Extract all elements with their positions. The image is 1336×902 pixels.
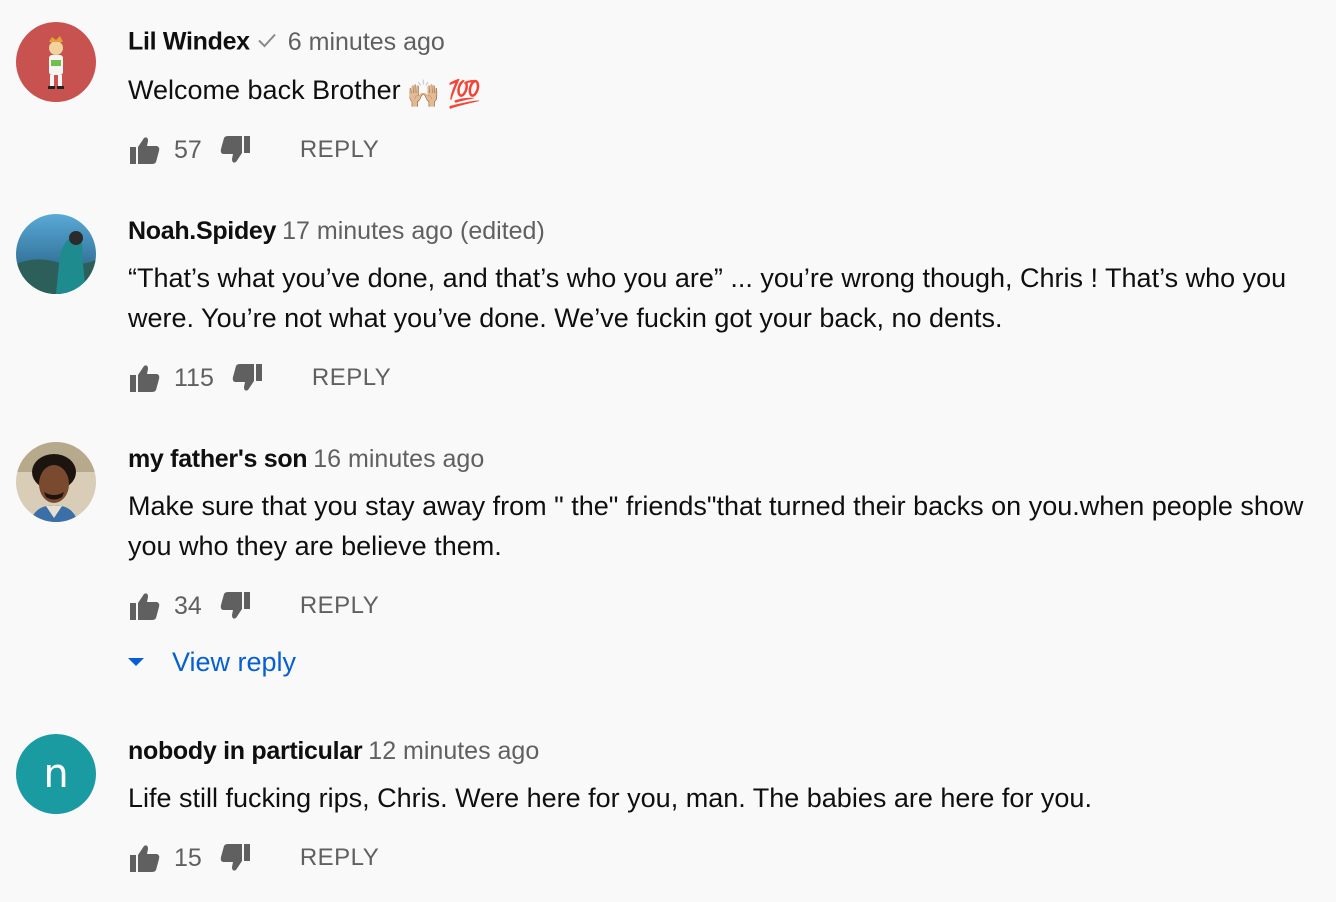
avatar-image	[16, 442, 96, 522]
thumb-up-icon[interactable]	[128, 841, 162, 875]
comment-header: Noah.Spidey 17 minutes ago (edited)	[128, 215, 545, 247]
like-count: 15	[174, 843, 202, 872]
comment-actions: 57 REPLY	[128, 130, 379, 170]
avatar[interactable]	[16, 22, 96, 102]
avatar-letter: n	[43, 751, 69, 797]
avatar[interactable]: n	[16, 734, 96, 814]
like-count: 34	[174, 591, 202, 620]
thumb-down-icon[interactable]	[218, 133, 252, 167]
caret-down-icon	[126, 656, 146, 668]
thumb-down-icon[interactable]	[218, 589, 252, 623]
thumb-up-icon[interactable]	[128, 361, 162, 395]
like-count: 115	[174, 363, 214, 392]
comment-text: Make sure that you stay away from " the"…	[128, 491, 1304, 561]
avatar[interactable]	[16, 442, 96, 522]
view-replies-label: View reply	[172, 646, 297, 677]
comment-text: “That’s what you’ve done, and that’s who…	[128, 263, 1287, 333]
thumb-down-icon[interactable]	[218, 841, 252, 875]
reply-button[interactable]: REPLY	[300, 592, 379, 620]
comment-actions: 34 REPLY	[128, 586, 379, 626]
comment-actions: 115 REPLY	[128, 358, 391, 398]
author-name[interactable]: my father's son	[128, 445, 308, 473]
check-icon	[256, 25, 278, 57]
emoji: 🙌🏼 💯	[406, 79, 482, 109]
view-replies-button[interactable]: View reply	[126, 642, 296, 682]
comment-header: Lil Windex 6 minutes ago	[128, 25, 445, 61]
reply-button[interactable]: REPLY	[312, 364, 391, 392]
comment-body: Welcome back Brother	[128, 75, 401, 105]
avatar-image	[16, 214, 96, 294]
reply-button[interactable]: REPLY	[300, 844, 379, 872]
comment-actions: 15 REPLY	[128, 838, 379, 878]
comment-timestamp[interactable]: 12 minutes ago	[368, 737, 539, 765]
author-name[interactable]: Noah.Spidey	[128, 217, 276, 245]
comment-header: nobody in particular 12 minutes ago	[128, 735, 539, 767]
reply-button[interactable]: REPLY	[300, 136, 379, 164]
avatar[interactable]	[16, 214, 96, 294]
avatar-image	[16, 22, 96, 102]
thumb-up-icon[interactable]	[128, 133, 162, 167]
comment-header: my father's son 16 minutes ago	[128, 443, 484, 475]
comment-timestamp[interactable]: 6 minutes ago	[288, 28, 445, 56]
comment-text: Welcome back Brother 🙌🏼 💯	[128, 70, 1308, 114]
author-name[interactable]: Lil Windex	[128, 28, 250, 56]
like-count: 57	[174, 135, 202, 164]
author-name[interactable]: nobody in particular	[128, 737, 363, 765]
comment-text: Life still fucking rips, Chris. Were her…	[128, 783, 1092, 813]
thumb-down-icon[interactable]	[230, 361, 264, 395]
thumb-up-icon[interactable]	[128, 589, 162, 623]
comment-timestamp[interactable]: 17 minutes ago (edited)	[282, 217, 545, 245]
comment-timestamp[interactable]: 16 minutes ago	[313, 445, 484, 473]
